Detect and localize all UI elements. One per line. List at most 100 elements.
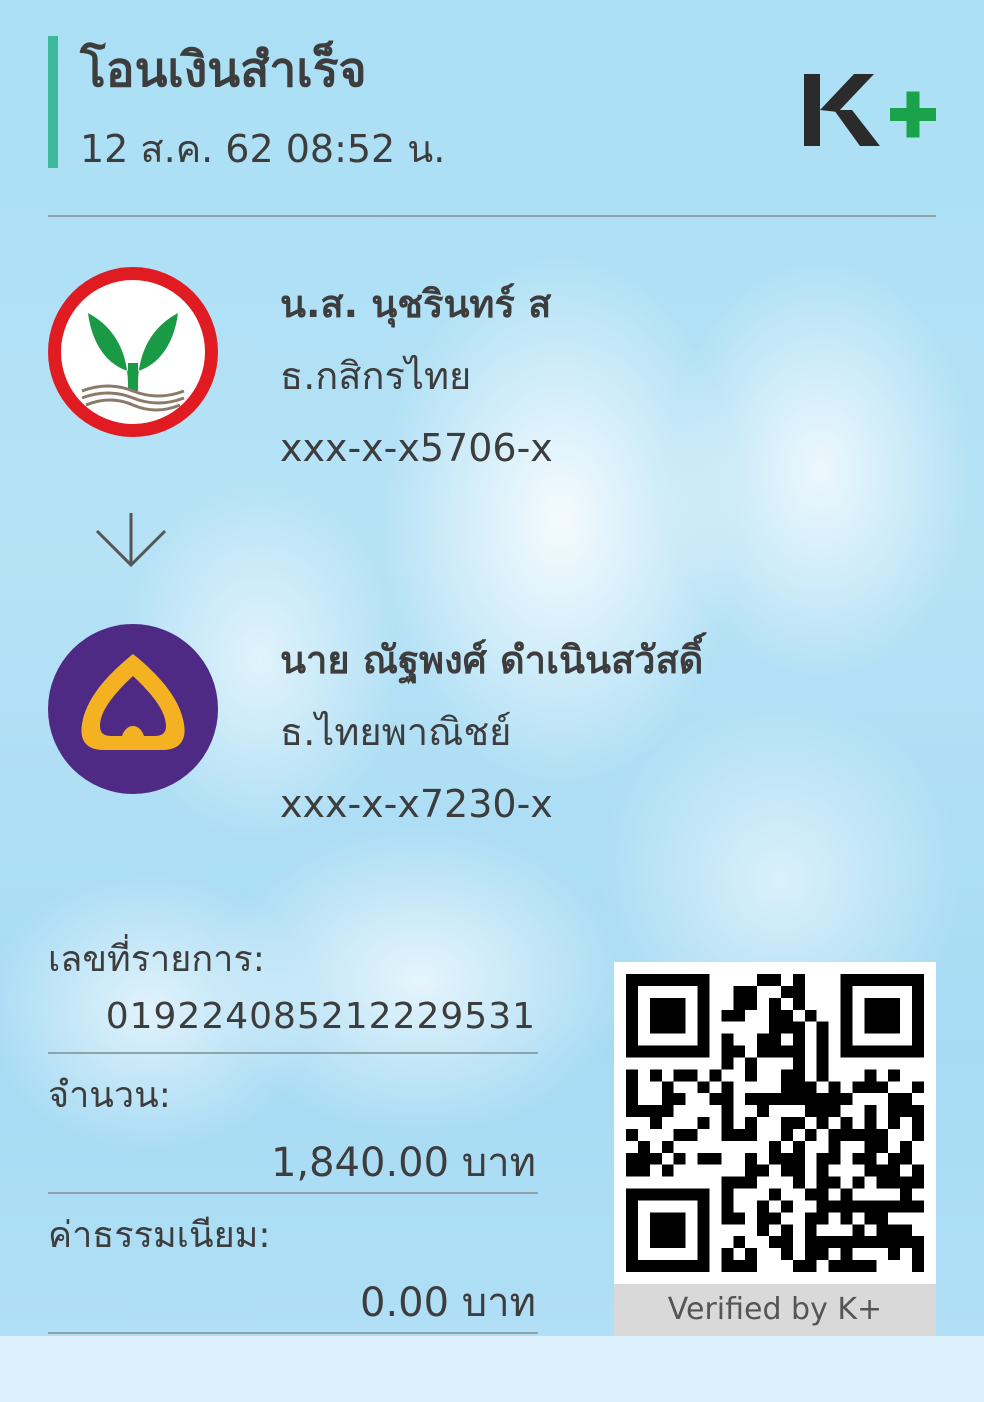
qr-module <box>840 1248 853 1261</box>
kplus-logo <box>804 74 936 146</box>
amount-value: 1,840.00 บาท <box>270 1140 536 1186</box>
qr-module <box>816 1021 829 1034</box>
qr-module <box>912 1021 924 1034</box>
qr-module <box>769 1188 781 1201</box>
qr-module <box>649 1260 662 1272</box>
qr-module <box>888 1224 901 1237</box>
qr-module <box>816 1093 829 1106</box>
reference-label: เลขที่รายการ: <box>48 939 265 980</box>
qr-module <box>816 1164 829 1177</box>
qr-module <box>661 997 674 1010</box>
qr-module <box>697 1248 710 1261</box>
qr-module <box>626 1188 638 1201</box>
qr-module <box>745 1128 758 1141</box>
qr-module <box>697 1009 710 1022</box>
qr-module <box>840 1188 853 1201</box>
qr-module <box>769 1021 781 1034</box>
qr-module <box>769 1093 781 1106</box>
qr-module <box>900 1140 913 1153</box>
qr-module <box>864 1260 877 1272</box>
qr-module <box>864 1212 877 1225</box>
qr-module <box>626 1021 638 1034</box>
qr-module <box>804 1248 817 1261</box>
fee-label: ค่าธรรมเนียม: <box>48 1215 271 1256</box>
qr-module <box>709 1093 722 1106</box>
reference-number: 019224085212229531 <box>105 996 536 1037</box>
qr-module <box>816 1212 829 1225</box>
qr-module <box>840 974 853 986</box>
qr-module <box>900 974 913 986</box>
receiver-bank: ธ.ไทยพาณิชย์ <box>280 710 512 754</box>
qr-module <box>780 1081 793 1094</box>
qr-module <box>852 1081 865 1094</box>
qr-module <box>792 1164 805 1177</box>
qr-module <box>673 1212 686 1225</box>
qr-module <box>673 1236 686 1249</box>
qr-module <box>721 1081 734 1094</box>
qr-module <box>912 1200 924 1213</box>
qr-module <box>757 1033 770 1046</box>
qr-module <box>673 974 686 986</box>
qr-module <box>673 1260 686 1272</box>
qr-module <box>888 1045 901 1058</box>
qr-module <box>888 1021 901 1034</box>
qr-module <box>828 1176 841 1189</box>
qr-module <box>697 997 710 1010</box>
qr-module <box>697 1236 710 1249</box>
qr-module <box>661 1212 674 1225</box>
qr-module <box>626 1260 638 1272</box>
qr-module <box>757 1093 770 1106</box>
qr-module <box>649 1117 662 1129</box>
qr-module <box>769 1033 781 1046</box>
qr-module <box>816 1033 829 1046</box>
qr-module <box>626 1009 638 1022</box>
qr-module <box>721 1057 734 1070</box>
qr-module <box>840 985 853 998</box>
qr-module <box>792 1260 805 1272</box>
qr-module <box>828 1093 841 1106</box>
qr-module <box>697 1045 710 1058</box>
qr-module <box>840 1033 853 1046</box>
qr-module <box>816 1176 829 1189</box>
qr-module <box>626 1164 638 1177</box>
qr-module <box>721 1033 734 1046</box>
qr-module <box>876 1081 889 1094</box>
qr-module <box>864 974 877 986</box>
qr-module <box>840 1009 853 1022</box>
qr-module <box>649 1152 662 1165</box>
qr-module <box>697 974 710 986</box>
qr-module <box>840 1045 853 1058</box>
qr-module <box>792 1140 805 1153</box>
qr-module <box>673 1188 686 1201</box>
qr-module <box>888 1176 901 1189</box>
qr-module <box>721 1260 734 1272</box>
qr-module <box>888 1117 901 1129</box>
qr-module <box>852 1224 865 1237</box>
qr-module <box>733 1128 746 1141</box>
qr-module <box>661 1021 674 1034</box>
qr-module <box>709 1152 722 1165</box>
qr-module <box>626 1081 638 1094</box>
qr-module <box>852 974 865 986</box>
qr-module <box>900 1152 913 1165</box>
qr-module <box>626 997 638 1010</box>
qr-module <box>626 1105 638 1118</box>
qr-module <box>792 985 805 998</box>
qr-module <box>733 1236 746 1249</box>
qr-module <box>649 1236 662 1249</box>
qr-code-card[interactable]: Verified by K+ <box>614 962 936 1336</box>
qr-module <box>745 997 758 1010</box>
qr-module <box>876 1021 889 1034</box>
qr-module <box>757 1105 770 1118</box>
qr-module <box>661 1236 674 1249</box>
qr-module <box>888 1152 901 1165</box>
qr-module <box>792 1152 805 1165</box>
qr-module <box>661 1188 674 1201</box>
qr-module <box>852 1128 865 1141</box>
qr-module <box>697 1117 710 1129</box>
qr-module <box>876 1009 889 1022</box>
qr-module <box>900 1236 913 1249</box>
bottom-band <box>0 1336 984 1402</box>
qr-module <box>661 1105 674 1118</box>
qr-module <box>649 1069 662 1082</box>
